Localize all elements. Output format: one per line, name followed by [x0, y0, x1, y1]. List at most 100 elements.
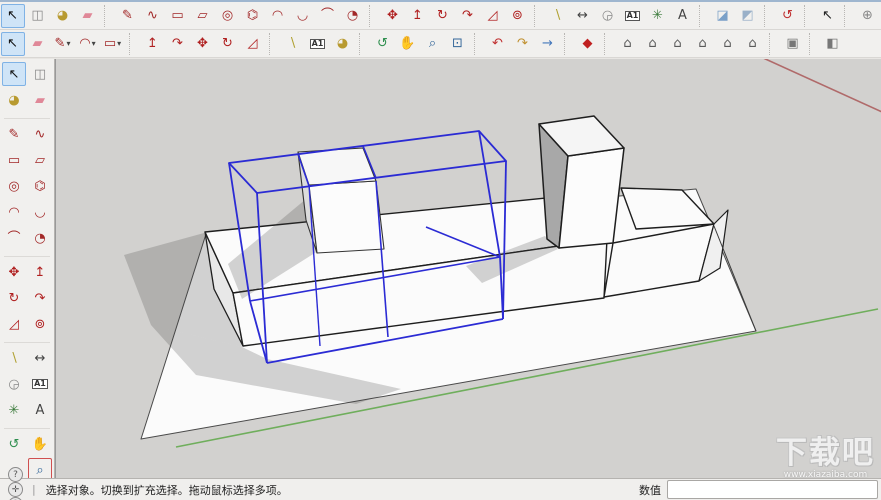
orbit-tool-button[interactable]: ↺ — [371, 32, 395, 56]
rotate-tool-button[interactable]: ↻ — [431, 4, 455, 28]
orbit-tool-button[interactable]: ↺ — [2, 432, 26, 456]
section-plane-tool-button[interactable]: ◪ — [711, 4, 735, 28]
orbit-alt-tool-button[interactable]: ↺ — [776, 4, 800, 28]
two-point-arc-tool-button[interactable]: ◡ — [28, 200, 52, 224]
eraser-tool-button[interactable]: ▰ — [28, 88, 52, 112]
axes-tool-icon: ✳ — [9, 404, 20, 417]
palette-separator — [4, 251, 50, 257]
offset-tool-button[interactable]: ⊚ — [28, 312, 52, 336]
make-component-tool-button[interactable]: ◫ — [28, 62, 52, 86]
three-point-arc-tool-icon: ⌒ — [321, 9, 334, 22]
follow-me-tool-button[interactable]: ↷ — [28, 286, 52, 310]
rotated-rectangle-tool-icon: ▱ — [35, 154, 45, 167]
pan-tool-button[interactable]: ✋ — [28, 432, 52, 456]
circle-tool-button[interactable]: ◎ — [2, 174, 26, 198]
line-tool-button[interactable]: ✎▾ — [51, 32, 75, 56]
select-tool-button[interactable]: ↖ — [1, 32, 25, 56]
text-tool-button[interactable]: A1 — [621, 4, 645, 28]
tape-measure-tool-button[interactable]: ∖ — [2, 346, 26, 370]
rectangle-tool-button[interactable]: ▭ — [2, 148, 26, 172]
view-side-button-button[interactable]: ⌂ — [641, 32, 665, 56]
protractor-tool-button[interactable]: ◶ — [596, 4, 620, 28]
line-tool-button[interactable]: ✎ — [2, 122, 26, 146]
measurements-input[interactable] — [667, 480, 878, 499]
export-button-button[interactable]: → — [536, 32, 560, 56]
components-button-button[interactable]: ▣ — [781, 32, 805, 56]
zoom-tool-icon: ⌕ — [429, 37, 436, 50]
view-back-button-button[interactable]: ⌂ — [716, 32, 740, 56]
move-tool-button[interactable]: ✥ — [2, 260, 26, 284]
view-front-button-button[interactable]: ⌂ — [666, 32, 690, 56]
follow-me-tool-button[interactable]: ↷ — [456, 4, 480, 28]
tape-measure-tool-button[interactable]: ∖ — [546, 4, 570, 28]
view-iso-button-button[interactable]: ⌂ — [616, 32, 640, 56]
select-tool-button[interactable]: ↖ — [1, 4, 25, 28]
arc-tool-button[interactable]: ◠ — [266, 4, 290, 28]
protractor-tool-button[interactable]: ◶ — [2, 372, 26, 396]
scale-tool-button[interactable]: ◿ — [481, 4, 505, 28]
push-pull-tool-button[interactable]: ↥ — [141, 32, 165, 56]
dropdown-arrow-icon[interactable]: ▾ — [117, 40, 121, 48]
zoom-extents-tool-button[interactable]: ⊡ — [446, 32, 470, 56]
paint-bucket-tool-button[interactable]: ◕ — [51, 4, 75, 28]
help-icon[interactable]: ? — [8, 467, 23, 482]
3d-text-tool-button[interactable]: A — [671, 4, 695, 28]
arc-tool-button[interactable]: ◠ — [2, 200, 26, 224]
view-top-button-button[interactable]: ⌂ — [691, 32, 715, 56]
redo-button-button[interactable]: ↷ — [511, 32, 535, 56]
rectangle-tool-button[interactable]: ▭ — [166, 4, 190, 28]
eraser-tool-button[interactable]: ▰ — [76, 4, 100, 28]
tape-measure-tool-button[interactable]: ∖ — [281, 32, 305, 56]
cursor-small-button[interactable]: ↖ — [816, 4, 840, 28]
circle-end-tool-button[interactable]: ⊕ — [856, 4, 880, 28]
3d-text-tool-button[interactable]: A — [28, 398, 52, 422]
dropdown-arrow-icon[interactable]: ▾ — [92, 40, 96, 48]
section-display-tool-button[interactable]: ◩ — [736, 4, 760, 28]
freehand-tool-button[interactable]: ∿ — [141, 4, 165, 28]
warehouse-button-button[interactable]: ◆ — [576, 32, 600, 56]
undo-button-button[interactable]: ↶ — [486, 32, 510, 56]
paint-bucket-tool-button[interactable]: ◕ — [2, 88, 26, 112]
geolocation-icon[interactable]: ✛ — [8, 482, 23, 497]
push-pull-tool-button[interactable]: ↥ — [28, 260, 52, 284]
paint-bucket-tool-button[interactable]: ◕ — [331, 32, 355, 56]
scale-tool-button[interactable]: ◿ — [2, 312, 26, 336]
rotate-tool-button[interactable]: ↻ — [2, 286, 26, 310]
two-point-arc-tool-button[interactable]: ◡ — [291, 4, 315, 28]
axes-tool-button[interactable]: ✳ — [646, 4, 670, 28]
pan-tool-button[interactable]: ✋ — [396, 32, 420, 56]
zoom-tool-button[interactable]: ⌕ — [421, 32, 445, 56]
axes-tool-button[interactable]: ✳ — [2, 398, 26, 422]
styles-button-button[interactable]: ◧ — [821, 32, 845, 56]
polygon-tool-button[interactable]: ⌬ — [28, 174, 52, 198]
offset-tool-button[interactable]: ⊚ — [506, 4, 530, 28]
freehand-tool-button[interactable]: ∿ — [28, 122, 52, 146]
circle-tool-button[interactable]: ◎ — [216, 4, 240, 28]
rotated-rectangle-tool-button[interactable]: ▱ — [28, 148, 52, 172]
move-tool-button[interactable]: ✥ — [191, 32, 215, 56]
move-tool-button[interactable]: ✥ — [381, 4, 405, 28]
text-tool-button[interactable]: A1 — [306, 32, 330, 56]
push-pull-tool-button[interactable]: ↥ — [406, 4, 430, 28]
scale-tool-button[interactable]: ◿ — [241, 32, 265, 56]
line-tool-button[interactable]: ✎ — [116, 4, 140, 28]
rotated-rectangle-tool-button[interactable]: ▱ — [191, 4, 215, 28]
select-tool-button[interactable]: ↖ — [2, 62, 26, 86]
dimension-tool-button[interactable]: ↔ — [28, 346, 52, 370]
rotate-tool-button[interactable]: ↻ — [216, 32, 240, 56]
arc-tool-button[interactable]: ◠▾ — [76, 32, 100, 56]
dimension-tool-button[interactable]: ↔ — [571, 4, 595, 28]
pie-tool-button[interactable]: ◔ — [28, 226, 52, 250]
view-iso2-button-button[interactable]: ⌂ — [741, 32, 765, 56]
modeling-viewport[interactable]: 下载吧 www.xiazaiba.com — [55, 59, 881, 480]
three-point-arc-tool-button[interactable]: ⌒ — [316, 4, 340, 28]
pie-tool-button[interactable]: ◔ — [341, 4, 365, 28]
text-tool-button[interactable]: A1 — [28, 372, 52, 396]
follow-me-tool-button[interactable]: ↷ — [166, 32, 190, 56]
dropdown-arrow-icon[interactable]: ▾ — [66, 40, 70, 48]
rectangle-tool-button[interactable]: ▭▾ — [101, 32, 125, 56]
polygon-tool-button[interactable]: ⌬ — [241, 4, 265, 28]
three-point-arc-tool-button[interactable]: ⌒ — [2, 226, 26, 250]
make-component-tool-button[interactable]: ◫ — [26, 4, 50, 28]
eraser-tool-button[interactable]: ▰ — [26, 32, 50, 56]
